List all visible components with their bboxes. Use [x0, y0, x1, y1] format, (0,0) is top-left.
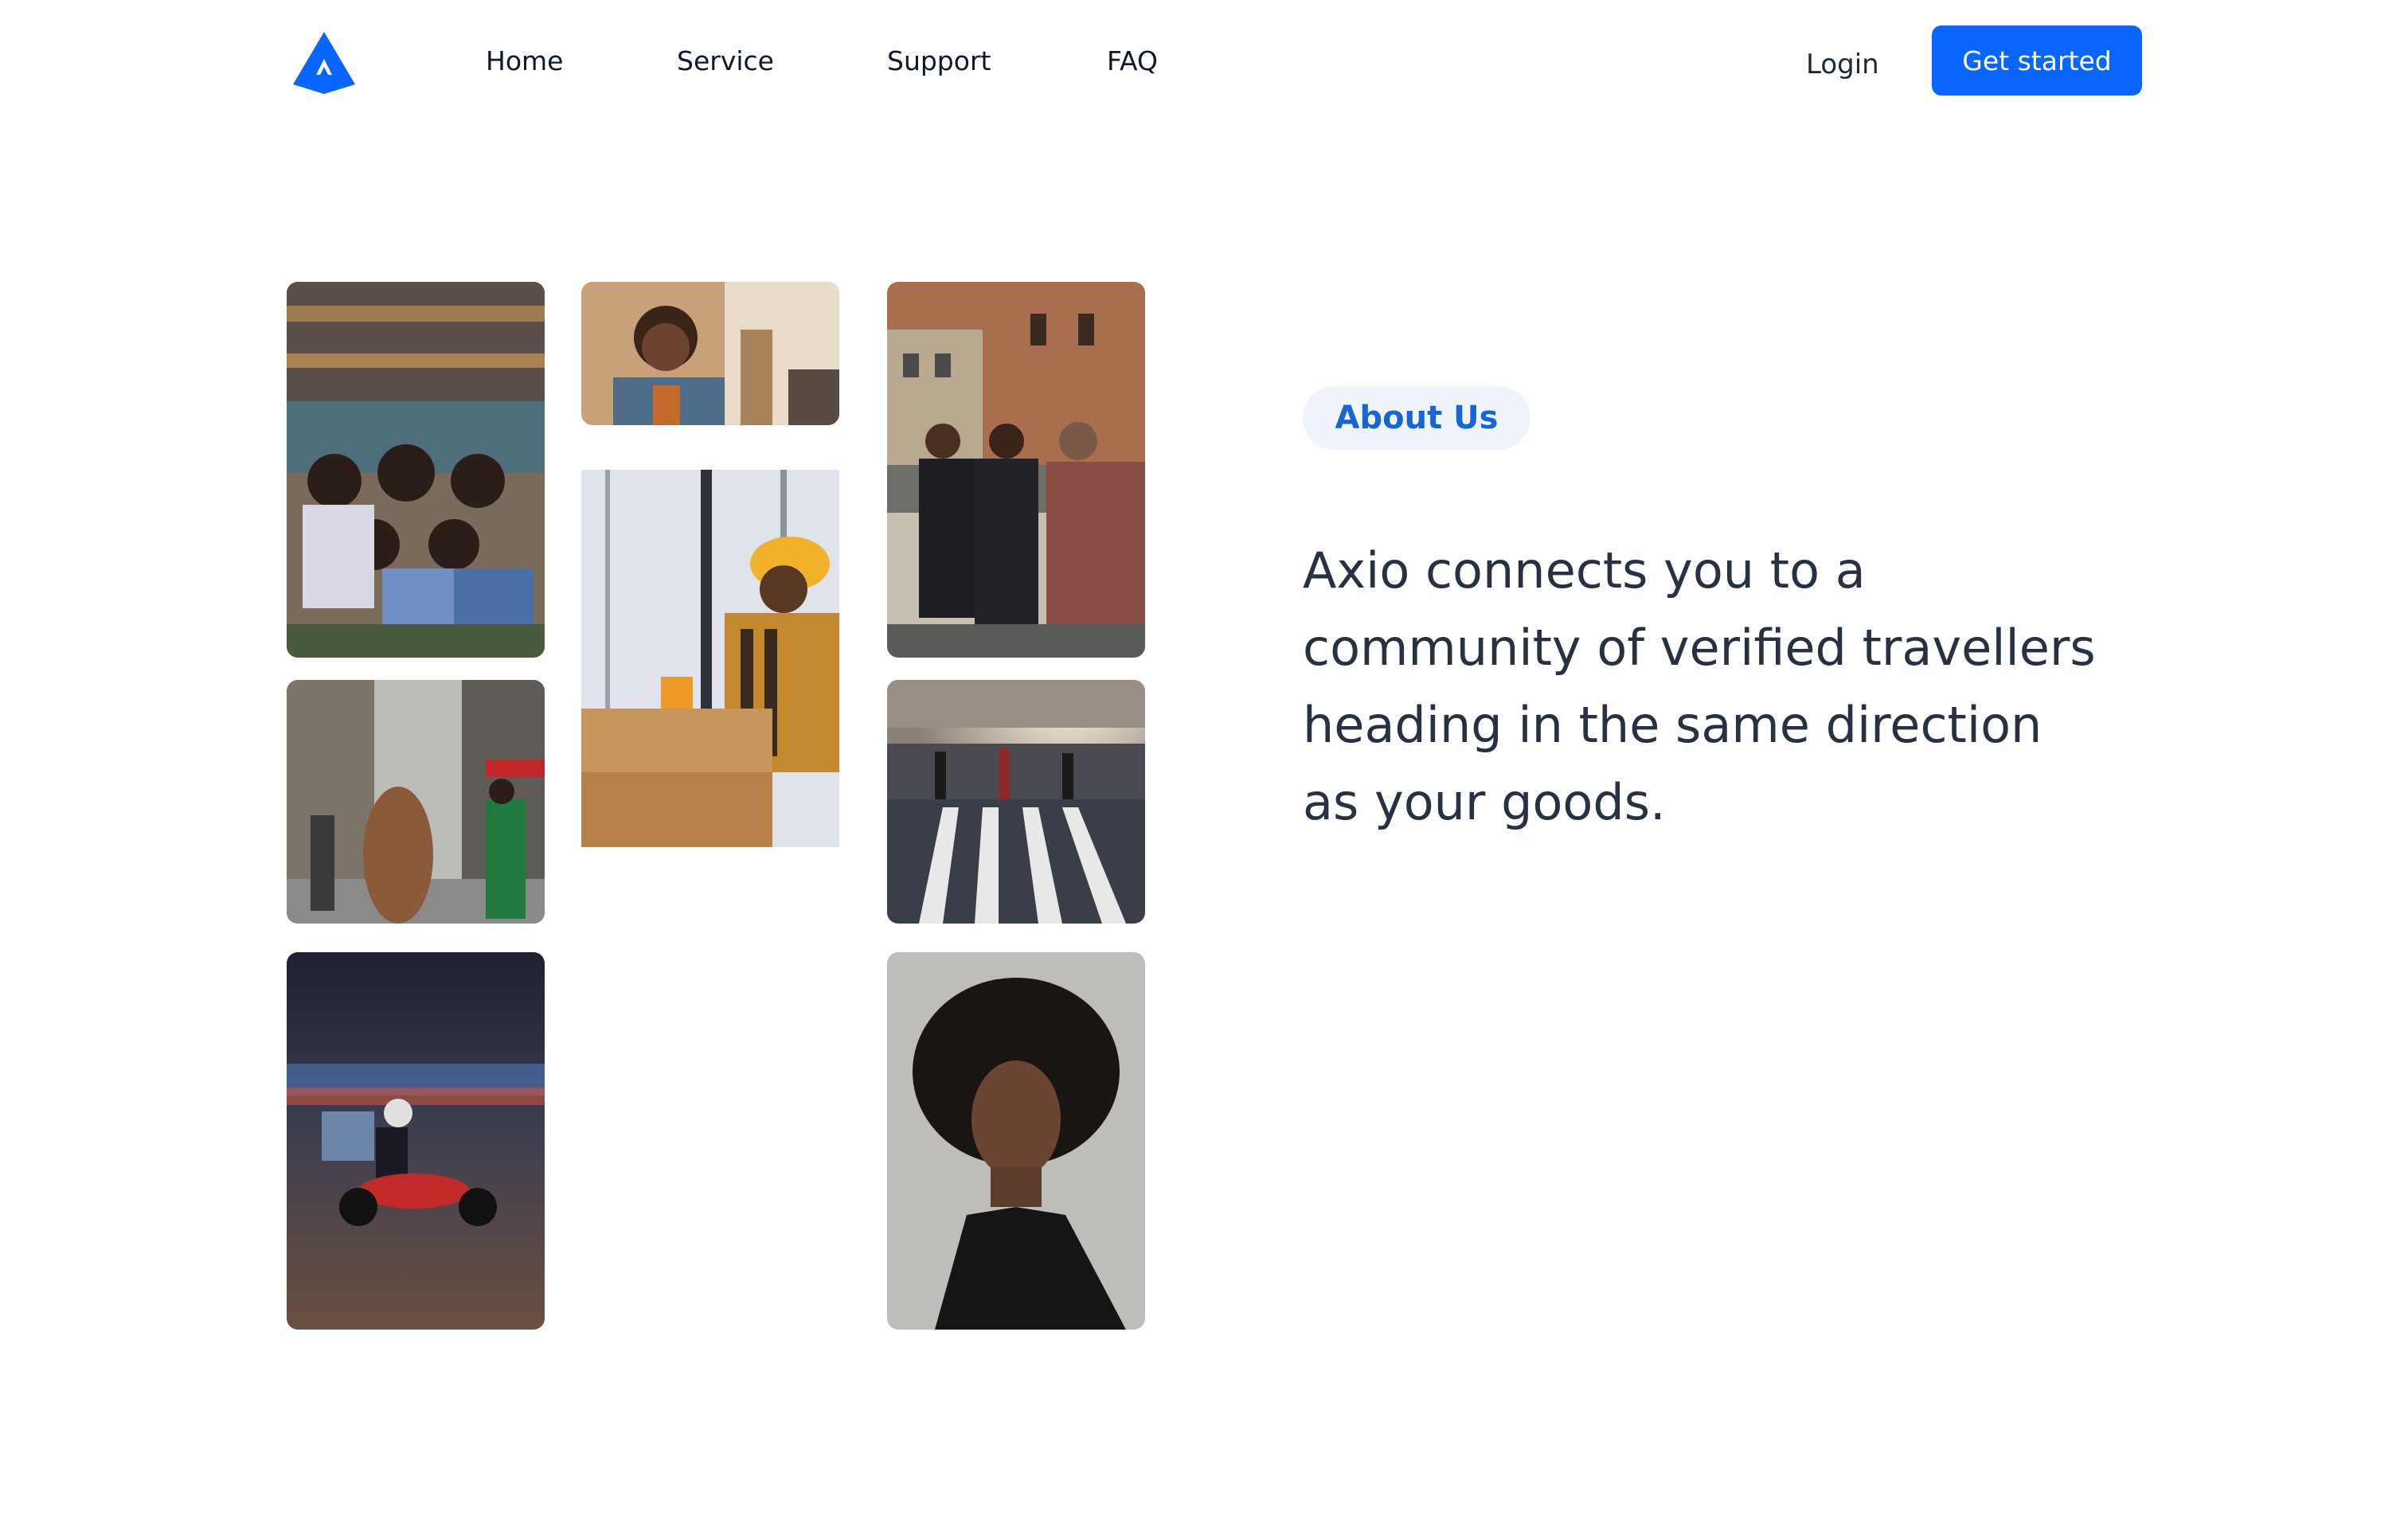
axio-logo-icon[interactable]: [291, 30, 357, 96]
photo-men-laughing: [887, 282, 1145, 658]
about-line: community of verified travellers: [1303, 619, 2096, 677]
nav-service-link[interactable]: Service: [677, 41, 774, 81]
get-started-button[interactable]: Get started: [1932, 25, 2142, 96]
photo-warehouse-worker: [581, 470, 839, 847]
nav-home-link[interactable]: Home: [486, 41, 563, 81]
about-us-badge: About Us: [1303, 386, 1530, 450]
about-line: heading in the same direction: [1303, 696, 2042, 754]
login-link[interactable]: Login: [1806, 45, 1879, 84]
landing-page: Home Service Support FAQ Login Get start…: [0, 0, 2408, 1535]
photo-group-of-women: [287, 282, 545, 658]
photo-busy-street: [287, 680, 545, 924]
about-description: Axio connects you to a community of veri…: [1303, 532, 2203, 841]
about-line: Axio connects you to a: [1303, 541, 1866, 600]
nav-faq-link[interactable]: FAQ: [1107, 41, 1158, 81]
photo-smiling-man: [581, 282, 839, 425]
nav-support-link[interactable]: Support: [887, 41, 991, 81]
photo-delivery-rider: [287, 952, 545, 1330]
photo-crosswalk-crowd: [887, 680, 1145, 924]
photo-woman-portrait: [887, 952, 1145, 1330]
about-line: as your goods.: [1303, 773, 1666, 831]
